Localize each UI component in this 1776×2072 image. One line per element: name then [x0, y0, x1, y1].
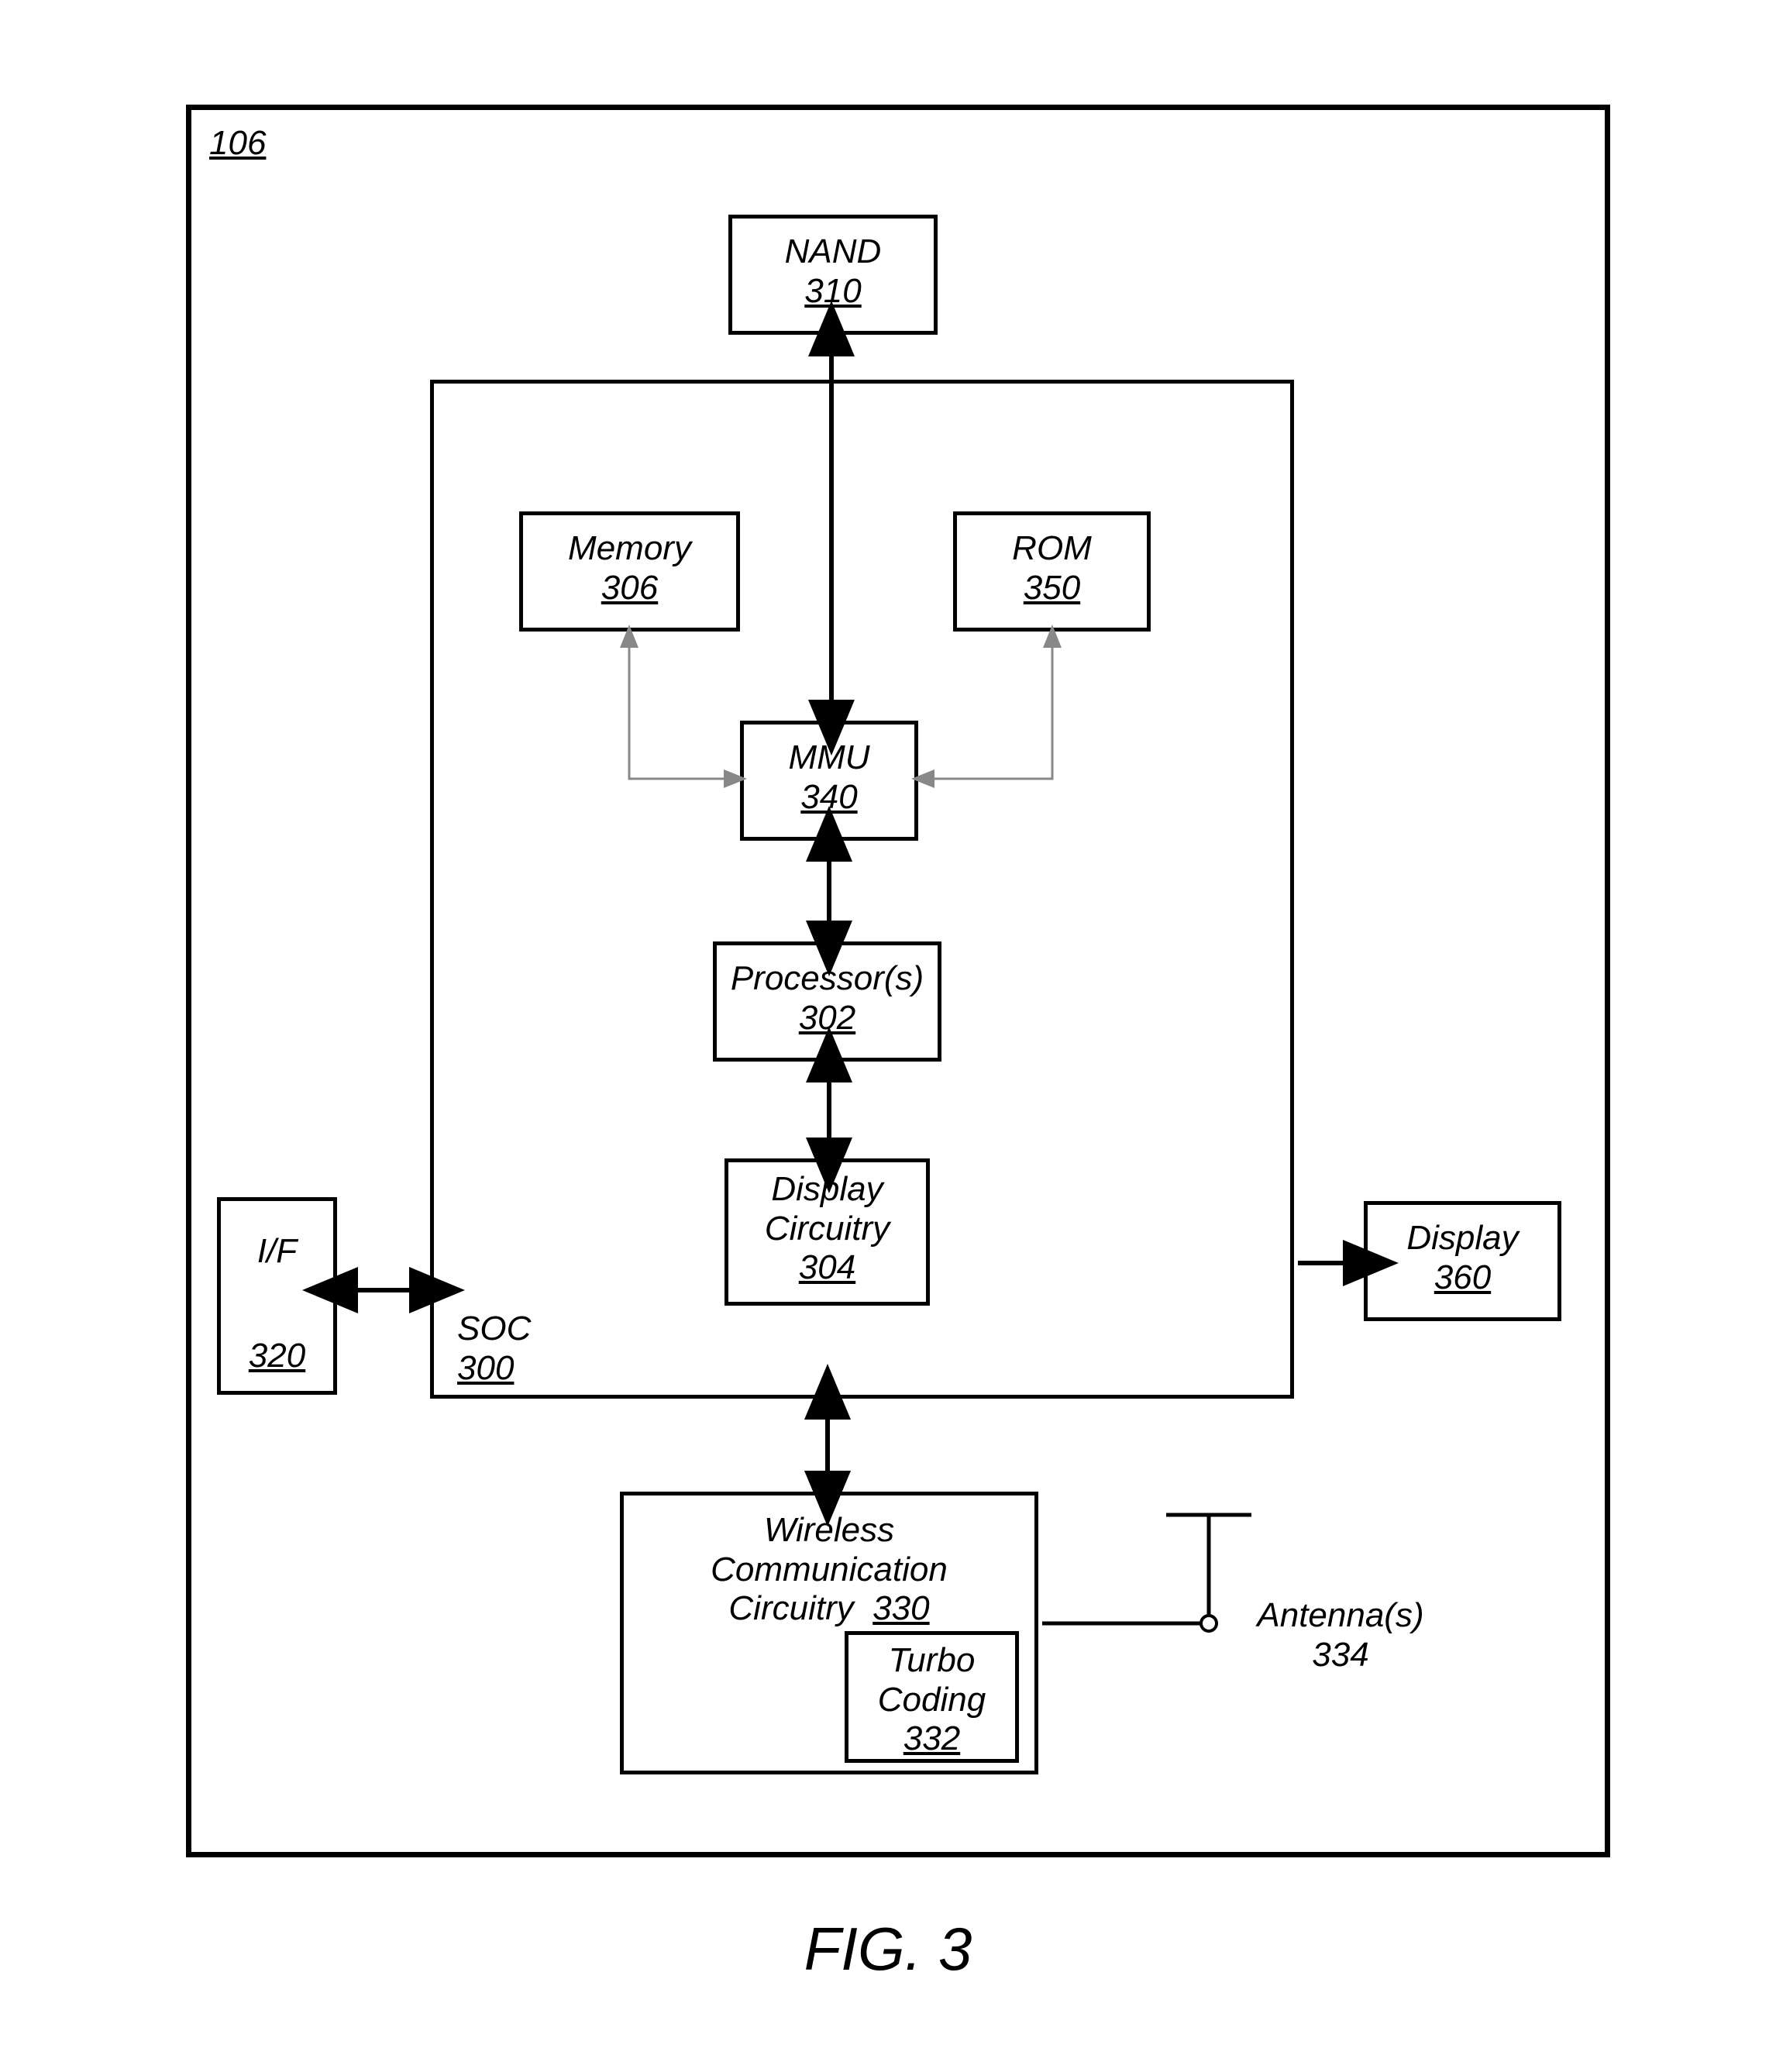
- connectors-svg: [0, 0, 1776, 2072]
- diagram-root: 106 SOC 300 NAND 310 Memory 306 ROM 350 …: [0, 0, 1776, 2072]
